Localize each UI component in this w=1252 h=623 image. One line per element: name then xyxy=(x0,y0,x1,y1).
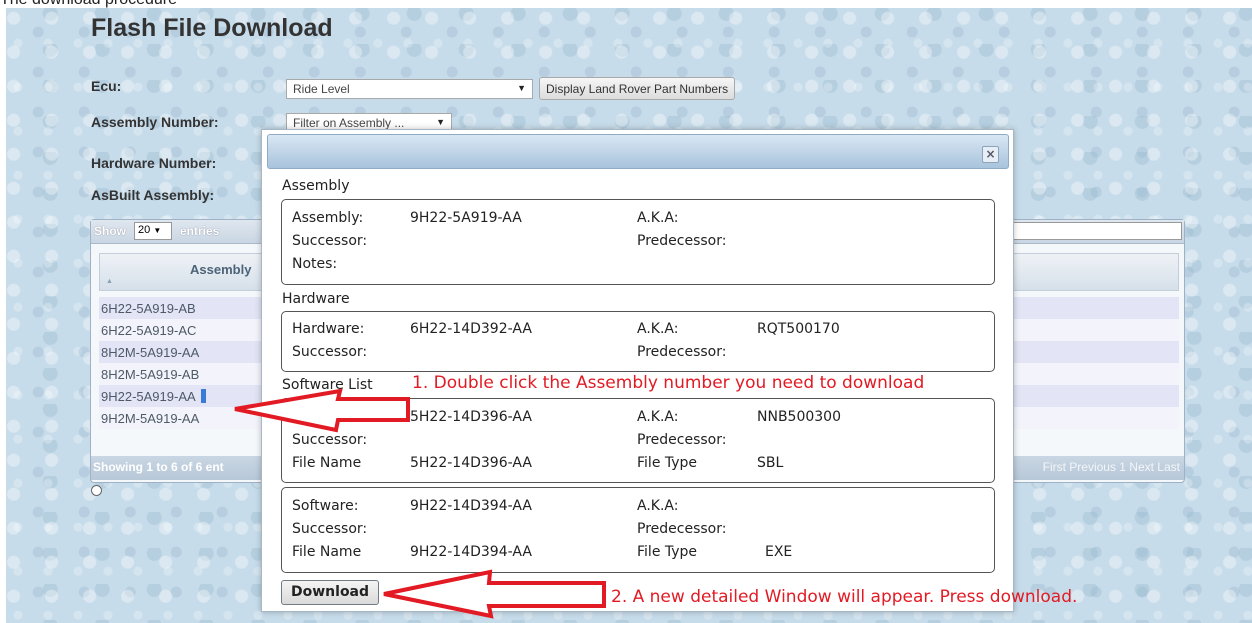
assembly-label: Assembly: xyxy=(292,210,364,226)
annotation-step-2: 2. A new detailed Window will appear. Pr… xyxy=(611,587,1078,607)
aka-label: A.K.A: xyxy=(637,498,679,514)
entries-select[interactable]: 20 ▼ xyxy=(134,222,172,240)
ecu-select[interactable]: Ride Level ▼ xyxy=(286,79,533,99)
assembly-filter-value: Filter on Assembly ... xyxy=(293,116,405,130)
notes-label: Notes: xyxy=(292,256,338,272)
filetype-value: EXE xyxy=(765,544,793,560)
row-assembly: 6H22-5A919-AB xyxy=(101,301,196,316)
successor-label: Successor: xyxy=(292,521,368,537)
assembly-section-title: Assembly xyxy=(282,178,350,194)
software-box: Software: 9H22-14D394-AA A.K.A: Successo… xyxy=(281,487,995,573)
screenshot-caption: The download procedure xyxy=(0,0,177,9)
close-icon[interactable]: × xyxy=(982,146,999,163)
filename-value: 9H22-14D394-AA xyxy=(410,544,532,560)
filetype-label: File Type xyxy=(637,455,698,471)
assembly-box: Assembly: 9H22-5A919-AA A.K.A: Successor… xyxy=(281,199,995,285)
aka-label: A.K.A: xyxy=(637,210,679,226)
software-value: 5H22-14D396-AA xyxy=(410,409,532,425)
row-assembly: 8H2M-5A919-AB xyxy=(101,367,200,382)
hardware-number-label: Hardware Number: xyxy=(91,155,217,171)
filetype-value: SBL xyxy=(757,455,784,471)
annotation-step-1: 1. Double click the Assembly number you … xyxy=(412,373,925,393)
row-assembly: 9H22-5A919-AA xyxy=(101,389,196,404)
aka-value: NNB500300 xyxy=(757,409,841,425)
chevron-down-icon: ▼ xyxy=(517,83,526,93)
predecessor-label: Predecessor: xyxy=(637,344,727,360)
hardware-section-title: Hardware xyxy=(282,291,350,307)
aka-label: A.K.A: xyxy=(637,321,679,337)
software-label: Software: xyxy=(292,498,359,514)
predecessor-label: Predecessor: xyxy=(637,233,727,249)
page-title: Flash File Download xyxy=(91,14,333,42)
filetype-label: File Type xyxy=(637,544,698,560)
successor-label: Successor: xyxy=(292,432,368,448)
aka-label: A.K.A: xyxy=(637,409,679,425)
successor-label: Successor: xyxy=(292,344,368,360)
hardware-value: 6H22-14D392-AA xyxy=(410,321,532,337)
pagination[interactable]: First Previous 1 Next Last xyxy=(1043,460,1180,474)
software-value: 9H22-14D394-AA xyxy=(410,498,532,514)
row-assembly: 6H22-5A919-AC xyxy=(101,323,197,338)
row-assembly: 9H2M-5A919-AA xyxy=(101,411,200,426)
software-section-title: Software List xyxy=(282,377,373,393)
hardware-label: Hardware: xyxy=(292,321,365,337)
asbuilt-assembly-label: AsBuilt Assembly: xyxy=(91,187,215,203)
assembly-number-label: Assembly Number: xyxy=(91,114,219,130)
chevron-down-icon: ▼ xyxy=(436,117,445,127)
showing-info: Showing 1 to 6 of 6 ent xyxy=(93,460,224,474)
row-assembly: 8H2M-5A919-AA xyxy=(101,345,200,360)
modal-title-bar[interactable]: × xyxy=(267,134,1009,169)
text-cursor-highlight xyxy=(201,389,206,403)
aka-value: RQT500170 xyxy=(757,321,840,337)
ecu-select-value: Ride Level xyxy=(293,82,350,96)
predecessor-label: Predecessor: xyxy=(637,521,727,537)
filename-value: 5H22-14D396-AA xyxy=(410,455,532,471)
software-label: Software: xyxy=(292,409,359,425)
sort-ascending-icon: ▲ xyxy=(106,278,113,285)
entries-label: entries xyxy=(180,224,220,238)
filename-label: File Name xyxy=(292,544,362,560)
table-search-input[interactable] xyxy=(1012,222,1182,240)
download-button[interactable]: Download xyxy=(281,580,380,605)
radio-button[interactable] xyxy=(91,485,102,496)
top-strip xyxy=(0,0,1252,8)
detail-modal: × Assembly Assembly: 9H22-5A919-AA A.K.A… xyxy=(261,129,1014,612)
successor-label: Successor: xyxy=(292,233,368,249)
display-part-numbers-button[interactable]: Display Land Rover Part Numbers xyxy=(539,77,736,100)
show-label: Show xyxy=(94,224,126,238)
filename-label: File Name xyxy=(292,455,362,471)
predecessor-label: Predecessor: xyxy=(637,432,727,448)
column-header-label: Assembly xyxy=(190,262,252,277)
entries-select-value: 20 xyxy=(138,224,151,236)
chevron-down-icon: ▼ xyxy=(153,226,162,235)
assembly-value: 9H22-5A919-AA xyxy=(410,210,522,226)
software-box: Software: 5H22-14D396-AA A.K.A: NNB50030… xyxy=(281,398,995,483)
ecu-label: Ecu: xyxy=(91,78,122,94)
hardware-box: Hardware: 6H22-14D392-AA A.K.A: RQT50017… xyxy=(281,311,995,372)
